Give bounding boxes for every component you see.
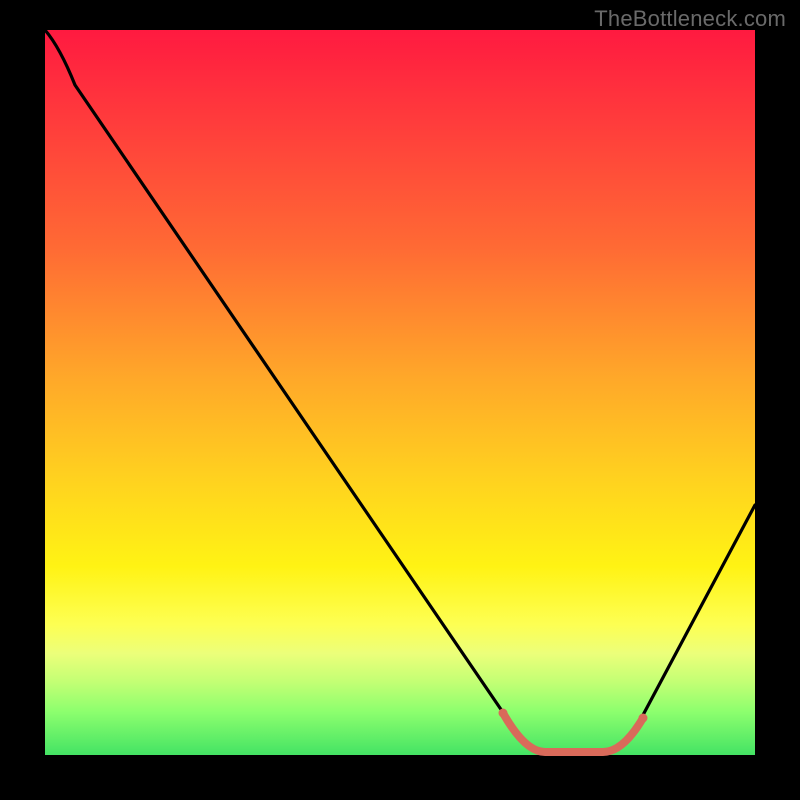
- curve-highlight: [503, 713, 643, 752]
- highlight-end-left: [499, 709, 508, 718]
- bottleneck-curve: [45, 30, 755, 752]
- plot-area: [45, 30, 755, 755]
- chart-svg: [45, 30, 755, 755]
- chart-frame: TheBottleneck.com: [0, 0, 800, 800]
- watermark-text: TheBottleneck.com: [594, 6, 786, 32]
- highlight-end-right: [639, 714, 648, 723]
